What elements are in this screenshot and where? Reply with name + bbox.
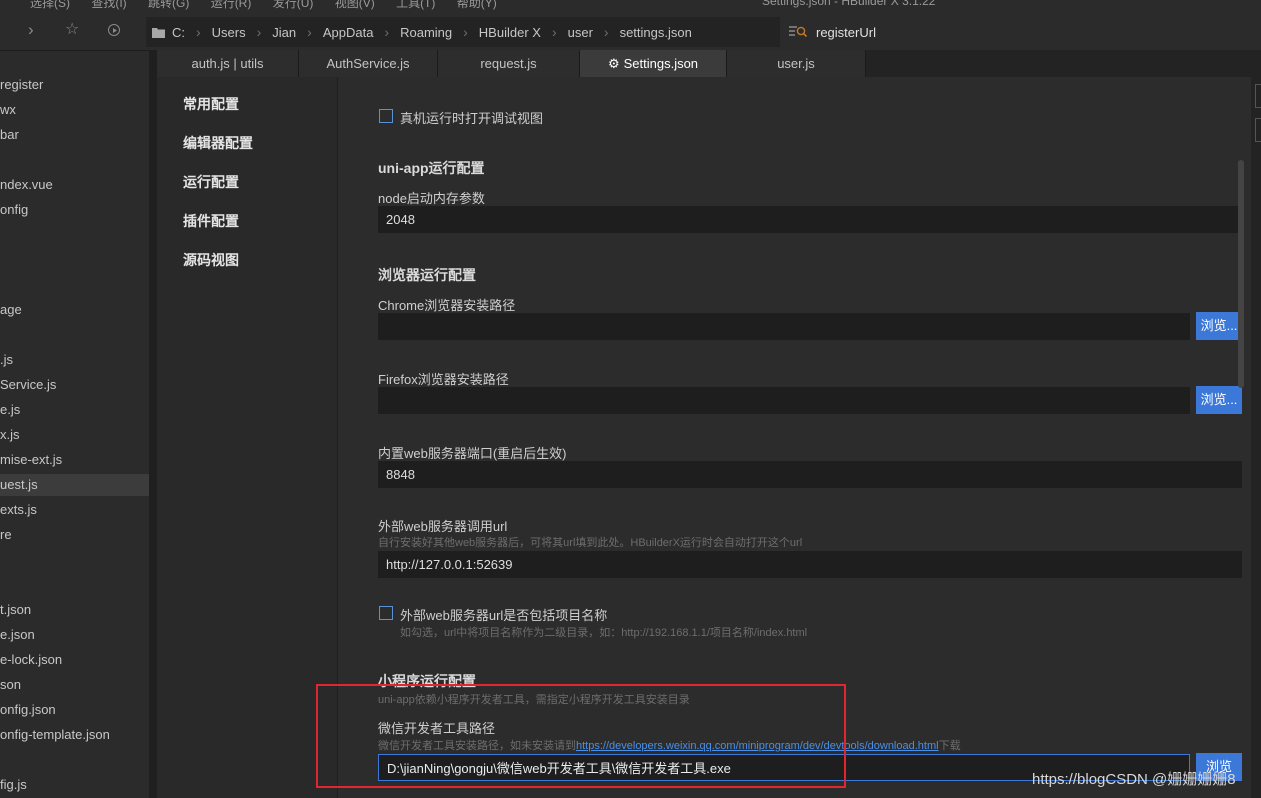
menu-publish[interactable]: 发行(U) [273,0,314,10]
window-title: Settings.json - HBuilder X 3.1.22 [762,0,936,8]
folder-icon [152,26,165,41]
highlight-annotation [316,684,846,788]
file-item[interactable]: e.json [0,624,149,646]
file-item[interactable]: t.json [0,599,149,621]
file-item[interactable]: mise-ext.js [0,449,149,471]
nav-editor-settings[interactable]: 编辑器配置 [183,133,253,153]
file-item[interactable]: register [0,74,149,96]
breadcrumb-settings-json[interactable]: settings.json [620,25,692,40]
chrome-path-label: Chrome浏览器安装路径 [378,298,516,313]
file-item[interactable]: bar [0,124,149,146]
breadcrumb-drive[interactable]: C: [172,25,185,40]
file-item[interactable]: son [0,674,149,696]
chrome-path-input[interactable] [378,313,1190,340]
tab-label: request.js [480,56,537,71]
ext-url-label: 外部web服务器调用url [378,519,508,534]
settings-nav: 常用配置 编辑器配置 运行配置 插件配置 源码视图 [157,77,338,798]
menu-help[interactable]: 帮助(Y) [457,0,497,10]
breadcrumb-user[interactable]: user [568,25,593,40]
settings-scrollbar[interactable] [1238,160,1244,388]
file-item[interactable]: x.js [0,424,149,446]
file-item[interactable]: Service.js [0,374,149,396]
star-icon[interactable]: ☆ [65,22,79,38]
breadcrumb-roaming[interactable]: Roaming [400,25,452,40]
firefox-path-input[interactable] [378,387,1190,414]
file-item[interactable]: e.js [0,399,149,421]
file-item[interactable]: e-lock.json [0,649,149,671]
menu-run[interactable]: 运行(R) [211,0,252,10]
tab-user-js[interactable]: user.js [727,50,866,77]
firefox-browse-button[interactable]: 浏览... [1196,386,1242,414]
editor-tabs: auth.js | utils AuthService.js request.j… [157,50,1251,77]
tab-auth-js[interactable]: auth.js | utils [157,50,299,77]
tab-label: Settings.json [623,56,699,71]
port-input[interactable]: 8848 [378,461,1242,488]
menu-goto[interactable]: 跳转(G) [148,0,189,10]
debug-view-checkbox[interactable] [379,109,393,123]
menu-select[interactable]: 选择(S) [30,0,70,10]
file-item[interactable]: onfig [0,199,149,221]
port-label: 内置web服务器端口(重启后生效) [378,446,567,461]
browser-section-title: 浏览器运行配置 [378,267,476,283]
breadcrumb: C: › Users › Jian › AppData › Roaming › HBuil… [146,17,780,47]
wx-hint-suffix: 下载 [938,740,961,752]
breadcrumb-jian[interactable]: Jian [272,25,296,40]
side-panel-handle[interactable] [1255,118,1261,142]
menu-tools[interactable]: 工具(T) [396,0,435,10]
uniapp-section-title: uni-app运行配置 [378,160,485,176]
tab-label: user.js [777,56,815,71]
file-item[interactable]: exts.js [0,499,149,521]
tab-authservice-js[interactable]: AuthService.js [299,50,438,77]
explorer-splitter[interactable] [149,51,157,798]
file-item[interactable]: onfig.json [0,699,149,721]
tab-label: auth.js | utils [191,56,264,71]
gear-icon: ⚙ [607,56,620,71]
menu-view[interactable]: 视图(V) [335,0,375,10]
file-item[interactable]: fig.js [0,774,149,796]
file-item[interactable]: age [0,299,149,321]
tab-label: AuthService.js [326,56,410,71]
firefox-path-label: Firefox浏览器安装路径 [378,372,509,387]
include-name-checkbox[interactable] [379,606,393,620]
file-item[interactable]: .js [0,349,149,371]
breadcrumb-appdata[interactable]: AppData [323,25,374,40]
toolbar: › ☆ C: › Users › Jian › AppData › Roaming › H… [0,12,1261,51]
menu-find[interactable]: 查找(I) [91,0,126,10]
nav-source-view[interactable]: 源码视图 [183,250,239,270]
search-input[interactable]: registerUrl [788,18,1228,46]
ext-url-hint: 自行安装好其他web服务器后，可将其url填到此处。HBuilderX运行时会自… [378,537,803,549]
file-item[interactable]: wx [0,99,149,121]
include-name-label: 外部web服务器url是否包括项目名称 [400,608,608,623]
watermark: https://blogCSDN @姗姗姗姗8 [1032,771,1236,788]
search-icon [788,23,808,42]
file-item[interactable]: re [0,524,149,546]
project-explorer: register wx bar ndex.vue onfig age .js S… [0,51,149,798]
tab-request-js[interactable]: request.js [438,50,580,77]
menu-bar: 选择(S) 查找(I) 跳转(G) 运行(R) 发行(U) 视图(V) 工具(T… [0,0,1261,12]
run-icon[interactable] [108,24,120,36]
forward-icon[interactable]: › [28,21,34,38]
menu-list: 选择(S) 查找(I) 跳转(G) 运行(R) 发行(U) 视图(V) 工具(T… [30,0,515,11]
breadcrumb-hbuilderx[interactable]: HBuilder X [479,25,541,40]
minimap-strip [1251,50,1261,798]
tab-settings-json[interactable]: ⚙ Settings.json [580,50,727,77]
nav-plugin-settings[interactable]: 插件配置 [183,211,239,231]
chrome-browse-button[interactable]: 浏览... [1196,312,1242,340]
search-value: registerUrl [816,24,876,40]
node-mem-input[interactable]: 2048 [378,206,1242,233]
include-name-hint: 如勾选，url中将项目名称作为二级目录，如：http://192.168.1.1… [400,627,808,639]
file-item[interactable]: ndex.vue [0,174,149,196]
ext-url-input[interactable]: http://127.0.0.1:52639 [378,551,1242,578]
file-item-selected[interactable]: uest.js [0,474,149,496]
debug-view-label: 真机运行时打开调试视图 [400,111,544,126]
breadcrumb-users[interactable]: Users [212,25,246,40]
node-mem-label: node启动内存参数 [378,191,485,206]
nav-common-settings[interactable]: 常用配置 [183,94,239,114]
nav-run-settings[interactable]: 运行配置 [183,172,239,192]
side-panel-handle[interactable] [1255,84,1261,108]
file-item[interactable]: onfig-template.json [0,724,149,746]
